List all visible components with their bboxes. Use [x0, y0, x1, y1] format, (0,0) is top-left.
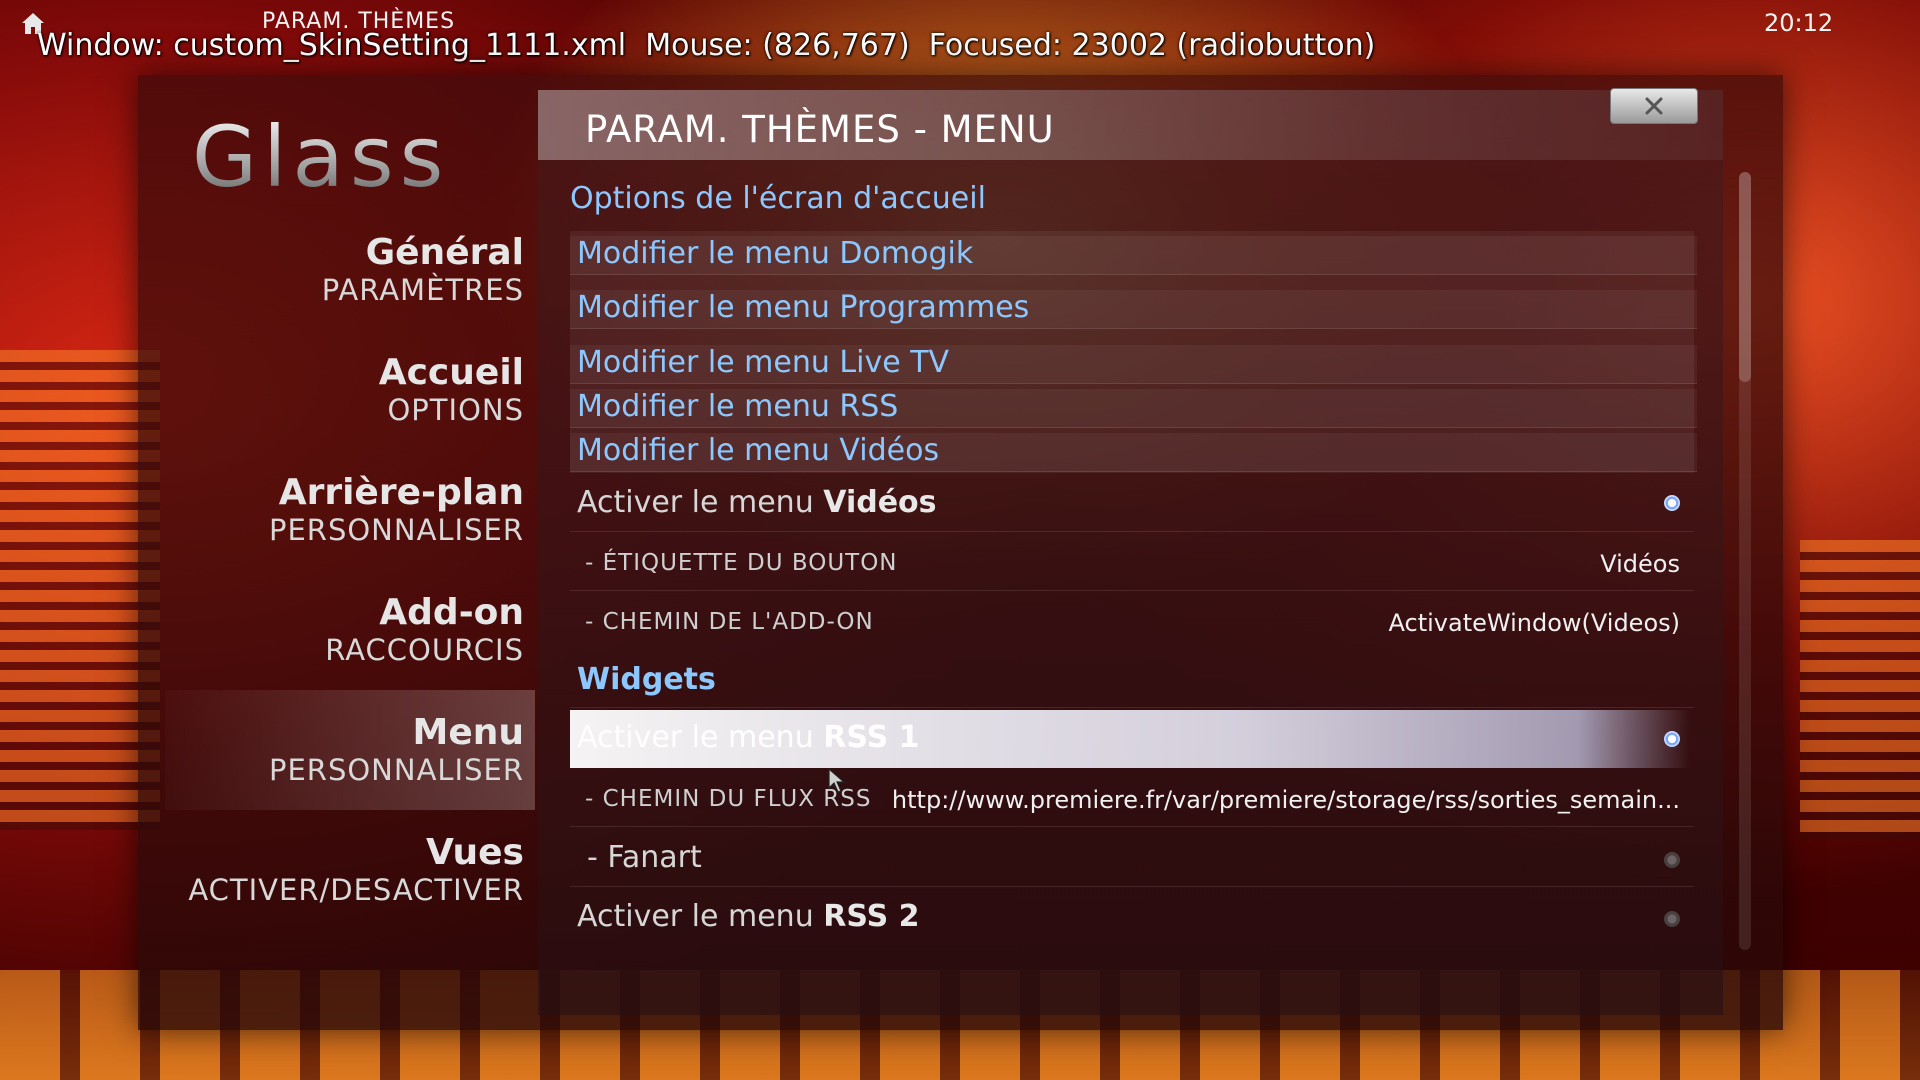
addon-path-row[interactable]: - CHEMIN DE L'ADD-ON ActivateWindow(Vide… — [570, 609, 1690, 645]
nav-item-sublabel: OPTIONS — [387, 393, 524, 427]
edit-menu-programmes[interactable]: Modifier le menu Programmes — [570, 290, 1697, 329]
radio-rss1[interactable] — [1664, 731, 1680, 747]
section-home-options: Options de l'écran d'accueil — [570, 181, 986, 216]
rss-feed-row[interactable]: - CHEMIN DU FLUX RSS http://www.premiere… — [570, 786, 1690, 822]
nav-item-label: Menu — [412, 712, 525, 753]
button-label-label: - ÉTIQUETTE DU BOUTON — [585, 550, 898, 576]
skin-logo: Glass — [192, 108, 450, 206]
fanart-row[interactable]: - Fanart — [570, 840, 1690, 886]
radio-rss2[interactable] — [1664, 911, 1680, 927]
edit-menu-rss[interactable]: Modifier le menu RSS — [570, 389, 1697, 428]
toggle-bold: RSS 2 — [823, 899, 920, 934]
edit-menu-domogik[interactable]: Modifier le menu Domogik — [570, 236, 1697, 275]
separator — [570, 826, 1694, 827]
nav-item-sublabel: PERSONNALISER — [268, 513, 524, 547]
toggle-bold: Vidéos — [823, 485, 937, 520]
mouse-cursor-icon — [828, 768, 846, 793]
close-icon — [1645, 97, 1663, 115]
addon-path-value: ActivateWindow(Videos) — [1388, 609, 1680, 637]
nav-item-label: Accueil — [378, 352, 524, 393]
radio-fanart[interactable] — [1664, 852, 1680, 868]
nav-item-arriere-plan[interactable]: Arrière-plan PERSONNALISER — [269, 472, 524, 547]
nav-item-sublabel: ACTIVER/DESACTIVER — [188, 873, 524, 907]
background-bars-right — [1800, 540, 1920, 840]
button-label-row[interactable]: - ÉTIQUETTE DU BOUTON Vidéos — [570, 550, 1690, 586]
clock: 20:12 — [1764, 9, 1834, 37]
nav-item-add-on[interactable]: Add-on RACCOURCIS — [325, 592, 524, 667]
edit-menu-videos[interactable]: Modifier le menu Vidéos — [570, 433, 1697, 472]
toggle-prefix: Activer le menu — [577, 720, 824, 755]
toggle-rss1-label: Activer le menu RSS 1 — [577, 720, 920, 755]
toggle-prefix: Activer le menu — [577, 485, 824, 520]
background-bars-left — [0, 350, 160, 830]
separator — [570, 590, 1694, 591]
toggle-prefix: Activer le menu — [577, 899, 824, 934]
nav-item-sublabel: RACCOURCIS — [325, 633, 524, 667]
top-bar: PARAM. THÈMES 20:12 Window: custom_SkinS… — [0, 0, 1920, 64]
toggle-videos-label: Activer le menu Vidéos — [577, 485, 937, 520]
toggle-rss1-row[interactable]: Activer le menu RSS 1 — [570, 710, 1690, 768]
button-label-value: Vidéos — [1600, 550, 1680, 578]
dialog-title: PARAM. THÈMES - MENU — [585, 108, 1055, 151]
nav-item-label: Vues — [425, 832, 524, 873]
edit-menu-live-tv[interactable]: Modifier le menu Live TV — [570, 345, 1697, 384]
separator — [570, 886, 1694, 887]
nav-item-label: Arrière-plan — [278, 472, 524, 513]
nav-item-general[interactable]: Général PARAMÈTRES — [322, 232, 524, 307]
nav-item-sublabel: PARAMÈTRES — [321, 273, 524, 307]
toggle-rss2-row[interactable]: Activer le menu RSS 2 — [570, 899, 1690, 945]
nav-item-menu[interactable]: Menu PERSONNALISER — [269, 712, 524, 787]
section-widgets: Widgets — [577, 662, 716, 697]
toggle-videos-row[interactable]: Activer le menu Vidéos — [570, 485, 1690, 531]
nav-item-accueil[interactable]: Accueil OPTIONS — [379, 352, 524, 427]
nav-item-label: Général — [365, 232, 524, 273]
addon-path-label: - CHEMIN DE L'ADD-ON — [585, 609, 874, 635]
nav-item-sublabel: PERSONNALISER — [268, 753, 524, 787]
rss-feed-value: http://www.premiere.fr/var/premiere/stor… — [891, 786, 1680, 814]
separator — [570, 707, 1694, 708]
fanart-label: - Fanart — [587, 840, 702, 875]
radio-videos[interactable] — [1664, 495, 1680, 511]
debug-overlay: Window: custom_SkinSetting_1111.xml Mous… — [37, 28, 1376, 63]
nav-item-vues[interactable]: Vues ACTIVER/DESACTIVER — [188, 832, 524, 907]
nav-item-label: Add-on — [379, 592, 524, 633]
scrollbar[interactable] — [1739, 172, 1751, 950]
toggle-bold: RSS 1 — [823, 720, 920, 755]
toggle-rss2-label: Activer le menu RSS 2 — [577, 899, 920, 934]
separator — [570, 531, 1694, 532]
close-button[interactable] — [1610, 88, 1698, 124]
scrollbar-thumb[interactable] — [1739, 172, 1751, 382]
